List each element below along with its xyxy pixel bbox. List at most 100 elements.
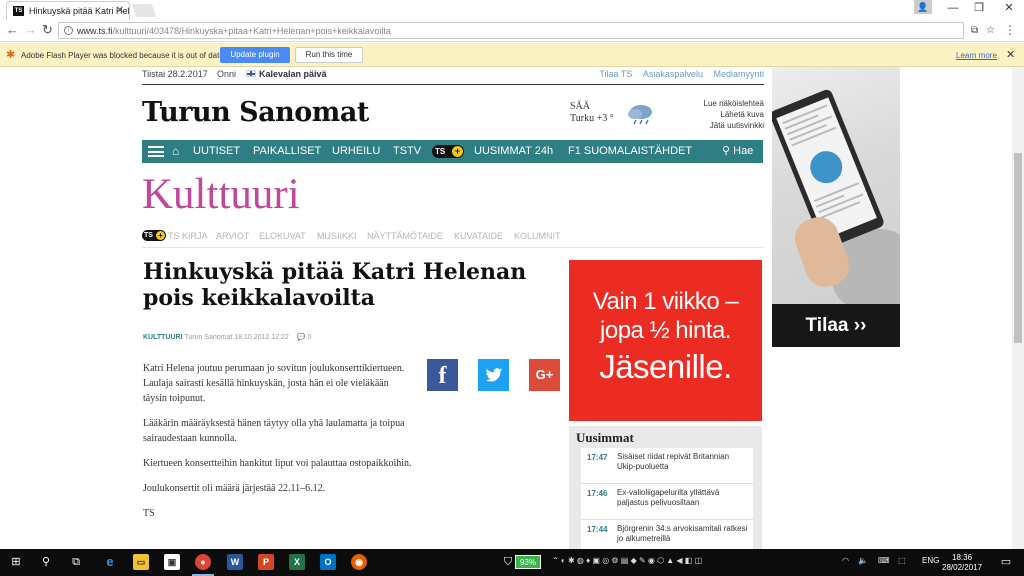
run-this-time-button[interactable]: Run this time — [295, 47, 363, 63]
google-plus-share-icon[interactable]: G+ — [529, 359, 560, 391]
comment-icon[interactable]: 💬 — [297, 334, 306, 341]
nav-ts-plus[interactable]: TS + — [432, 145, 464, 158]
chrome-icon[interactable]: ● — [195, 554, 211, 570]
powerpoint-icon[interactable]: P — [258, 554, 274, 570]
nav-paikalliset[interactable]: PAIKALLISET — [253, 145, 321, 157]
list-item[interactable]: 17:47 Sisäiset riidat repivät Britannian… — [581, 448, 753, 484]
subnav-nayttamotaide[interactable]: NÄYTTÄMÖTAIDE — [367, 231, 443, 241]
language-indicator[interactable]: ENG — [922, 556, 939, 565]
new-tab-button[interactable] — [131, 4, 157, 17]
update-plugin-button[interactable]: Update plugin — [220, 47, 290, 63]
facebook-share-icon[interactable]: f — [427, 359, 458, 391]
windows-start-icon[interactable]: ⊞ — [8, 554, 24, 570]
tab-strip: TS Hinkuyskä pitää Katri Hel ✕ 👤 — ❐ ✕ — [0, 0, 1024, 20]
list-item[interactable]: 17:46 Ex-valioliigapelurilta yllättävä p… — [581, 484, 753, 520]
address-bar[interactable]: i www.ts.fi/kulttuuri/403478/Hinkuyska+p… — [58, 22, 995, 39]
tablet-subscription-ad[interactable]: Tilaa ›› — [772, 67, 900, 347]
subnav-kolumnit[interactable]: KOLUMNIT — [514, 231, 561, 241]
subnav-kuvataide[interactable]: KUVATAIDE — [454, 231, 503, 241]
link-nakoislehti[interactable]: Lue näköislehteä — [704, 98, 765, 109]
top-link-asiakaspalvelu[interactable]: Asiakaspalvelu — [643, 69, 703, 79]
link-laheta-kuva[interactable]: Lähetä kuva — [704, 109, 764, 120]
search-icon[interactable]: ⚲ — [38, 554, 54, 570]
subscription-ad-banner[interactable]: Vain 1 viikko – jopa ½ hinta. Jäsenille. — [569, 260, 762, 421]
reload-icon[interactable]: ↻ — [42, 23, 53, 37]
home-icon[interactable]: ⌂ — [172, 144, 179, 158]
article-paragraph: Kiertueen konsertteihin hankitut liput v… — [143, 458, 412, 469]
star-icon[interactable]: ☆ — [986, 25, 995, 36]
subnav-elokuvat[interactable]: ELOKUVAT — [259, 231, 306, 241]
battery-indicator[interactable]: 93% — [515, 555, 541, 569]
subnav-arviot[interactable]: ARVIOT — [216, 231, 249, 241]
ad-cta-button[interactable]: Tilaa ›› — [772, 304, 900, 347]
tab-title: Hinkuyskä pitää Katri Hel — [29, 6, 130, 16]
edge-icon[interactable]: e — [102, 554, 118, 570]
close-infobar-icon[interactable]: ✕ — [1006, 48, 1015, 61]
news-headline[interactable]: Ex-valioliigapelurilta yllättävä paljast… — [617, 488, 749, 508]
comment-count[interactable]: 0 — [307, 334, 311, 341]
nav-uutiset[interactable]: UUTISET — [193, 145, 240, 157]
top-link-tilaa[interactable]: Tilaa TS — [599, 69, 632, 79]
store-icon[interactable]: ▣ — [164, 554, 180, 570]
subnav-ts-kirja[interactable]: TS KIRJA — [168, 231, 208, 241]
word-icon[interactable]: W — [227, 554, 243, 570]
menu-icon[interactable]: ⋮ — [1004, 23, 1016, 37]
top-link-mediamyynti[interactable]: Mediamyynti — [713, 69, 764, 79]
translate-icon[interactable]: ⧉ — [971, 25, 978, 36]
subnav-musiikki[interactable]: MUSIIKKI — [317, 231, 357, 241]
ts-plus-badge: TS + — [142, 230, 166, 241]
notifications-icon[interactable]: ▭ — [998, 554, 1014, 570]
back-icon[interactable]: ← — [6, 23, 19, 37]
firefox-icon[interactable]: ◉ — [351, 554, 367, 570]
file-explorer-icon[interactable]: ▭ — [133, 554, 149, 570]
close-tab-icon[interactable]: ✕ — [116, 5, 124, 16]
outlook-icon[interactable]: O — [320, 554, 336, 570]
nav-f1[interactable]: F1 SUOMALAISTÄHDET — [568, 145, 692, 157]
tray-icons[interactable]: ⌃ ◐ ✱ ◍ ♦ ▣ ◎ ⚙ ▤ ◆ ✎ ◉ ⬡ ▲ ◀ ◧ ◫ — [552, 556, 702, 565]
forward-icon[interactable]: → — [24, 23, 37, 37]
article-paragraph: Lääkärin määräyksestä hänen täytyy olla … — [143, 418, 405, 444]
finnish-flag-icon — [246, 70, 256, 77]
nav-search[interactable]: ⚲ Hae — [722, 144, 753, 157]
restore-icon[interactable]: ❐ — [966, 0, 992, 18]
nav-uusimmat[interactable]: UUSIMMAT 24h — [474, 145, 553, 157]
action-icon[interactable]: ⬚ — [898, 556, 906, 565]
shield-icon[interactable]: ⛉ — [500, 554, 516, 570]
weather-widget[interactable]: SÄÄ Turku +3 ° — [570, 101, 614, 125]
article-timestamp: 18.10.2012 12:22 — [234, 334, 289, 341]
article-body: Katri Helena joutuu perumaan jo sovitun … — [143, 361, 413, 531]
link-uutisvinkki[interactable]: Jätä uutisvinkki — [704, 120, 764, 131]
article-category[interactable]: KULTTUURI — [143, 334, 183, 341]
twitter-share-icon[interactable] — [478, 359, 509, 391]
article-headline: Hinkuyskä pitää Katri Helenan pois keikk… — [143, 259, 527, 311]
news-headline[interactable]: Björgrenin 34:s arvokisamitali ratkesi j… — [617, 524, 749, 544]
keyboard-icon[interactable]: ⌨ — [878, 556, 890, 565]
system-clock[interactable]: 18:36 28/02/2017 — [942, 553, 982, 573]
browser-tab[interactable]: TS Hinkuyskä pitää Katri Hel ✕ — [6, 1, 130, 20]
news-headline[interactable]: Sisäiset riidat repivät Britannian Ukip-… — [617, 452, 749, 472]
nameday-text: Onni — [217, 69, 237, 79]
page-scrollbar[interactable] — [1012, 67, 1024, 549]
list-item[interactable]: 17:44 Björgrenin 34:s arvokisamitali rat… — [581, 520, 753, 549]
taskbar: ⊞ ⚲ ⧉ e ▭ ▣ ● W P X O ◉ ⛉ 93% ⌃ ◐ ✱ ◍ ♦ … — [0, 549, 1024, 576]
article-paragraph: Joulukonsertit oli määrä järjestää 22.11… — [143, 483, 326, 494]
section-title[interactable]: Kulttuuri — [142, 170, 300, 219]
excel-icon[interactable]: X — [289, 554, 305, 570]
site-logo[interactable]: Turun Sanomat — [142, 97, 369, 128]
task-view-icon[interactable]: ⧉ — [68, 554, 84, 570]
close-window-icon[interactable]: ✕ — [996, 0, 1022, 18]
user-profile-icon[interactable]: 👤 — [914, 0, 932, 14]
scrollbar-thumb[interactable] — [1014, 153, 1022, 343]
minimize-icon[interactable]: — — [940, 0, 966, 18]
info-icon[interactable]: i — [64, 26, 73, 35]
article-byline: TS — [143, 508, 155, 519]
volume-icon[interactable]: 🔈 — [858, 556, 868, 565]
flagday-text: Kalevalan päivä — [259, 69, 327, 79]
wifi-icon[interactable]: ◠ — [842, 556, 849, 565]
latest-news-box: Uusimmat 17:47 Sisäiset riidat repivät B… — [569, 426, 762, 549]
nav-tstv[interactable]: TSTV — [393, 145, 421, 157]
nav-urheilu[interactable]: URHEILU — [332, 145, 380, 157]
learn-more-link[interactable]: Learn more — [956, 51, 997, 60]
hamburger-menu-icon[interactable] — [148, 146, 164, 157]
article-paragraph: Katri Helena joutuu perumaan jo sovitun … — [143, 363, 405, 404]
